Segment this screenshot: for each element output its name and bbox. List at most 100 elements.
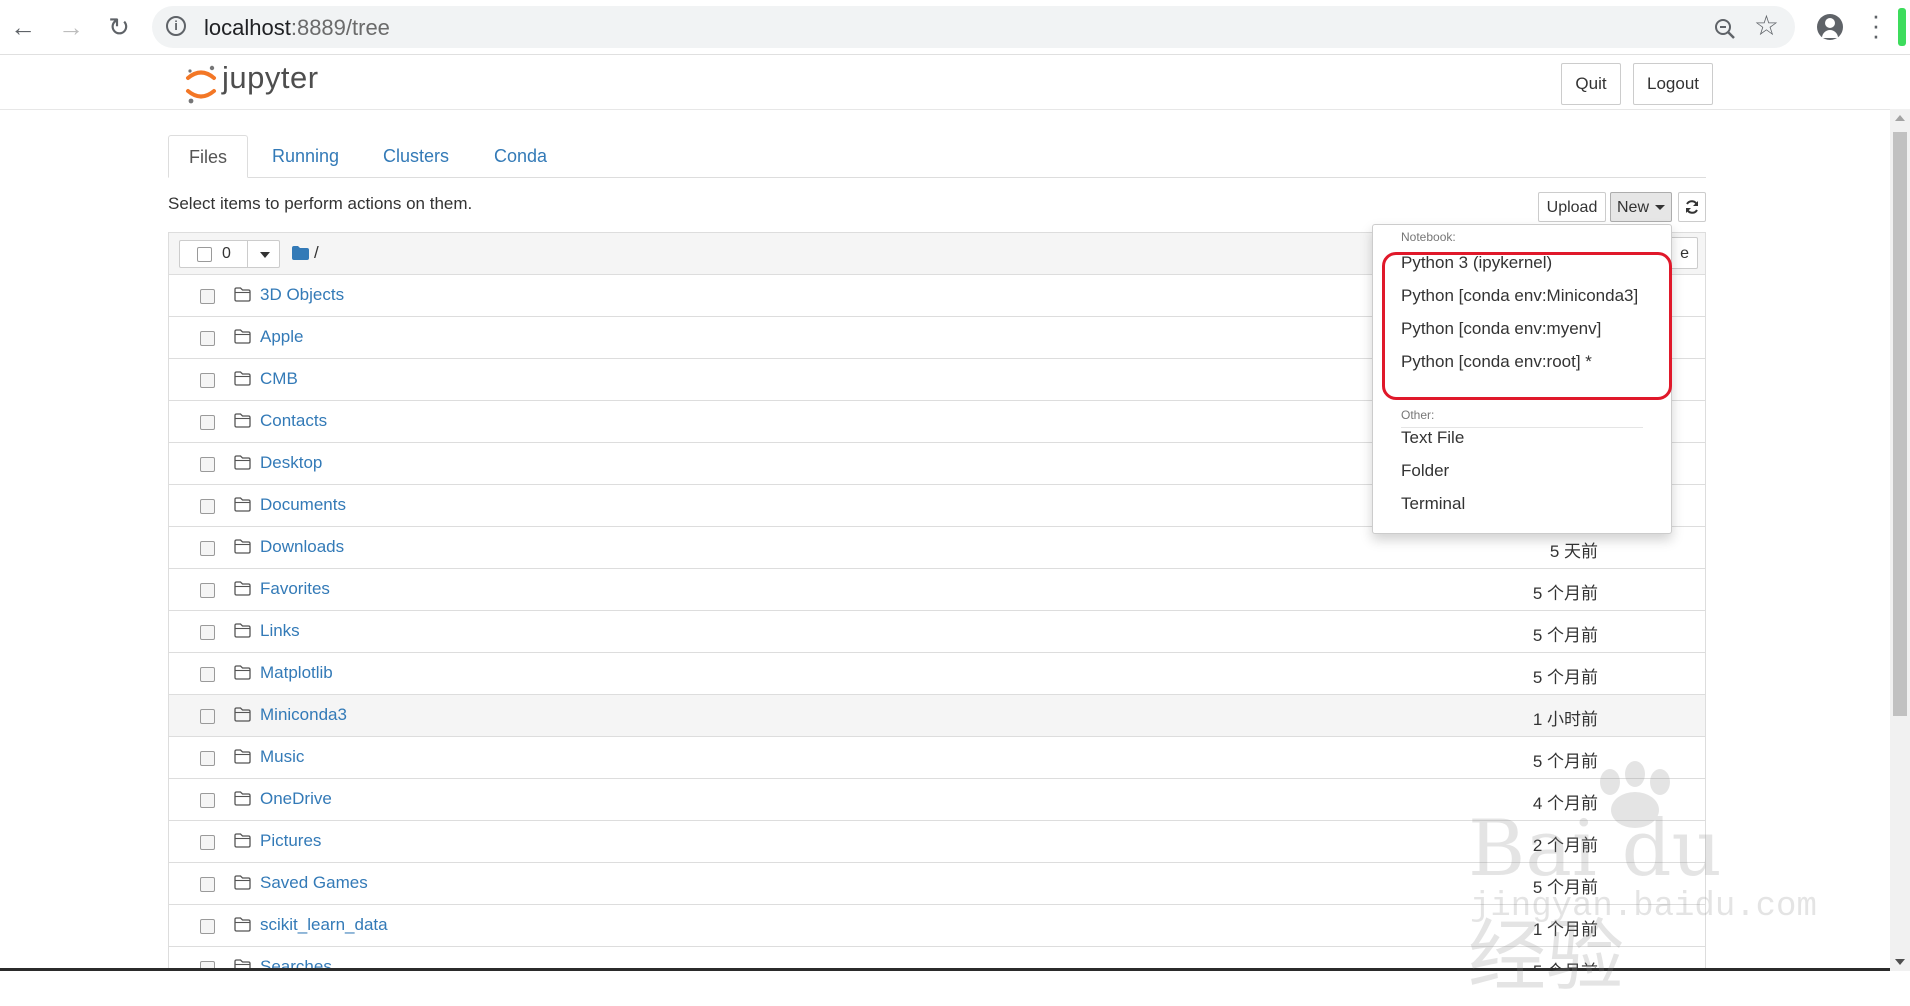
new-button-label: New	[1616, 199, 1649, 216]
file-link[interactable]: Downloads	[260, 537, 344, 557]
watermark-sub-text: jingyan.baidu.com	[1470, 888, 1817, 926]
row-checkbox[interactable]	[200, 583, 215, 598]
url-path: :8889/tree	[290, 15, 390, 40]
folder-outline-icon	[234, 371, 251, 386]
row-checkbox[interactable]	[200, 751, 215, 766]
menu-item-terminal[interactable]: Terminal	[1401, 494, 1465, 514]
address-bar[interactable]: i localhost:8889/tree ☆	[152, 6, 1795, 48]
file-link[interactable]: scikit_learn_data	[260, 915, 388, 935]
file-link[interactable]: Saved Games	[260, 873, 368, 893]
select-all-checkbox[interactable]	[197, 247, 212, 262]
row-checkbox[interactable]	[200, 499, 215, 514]
folder-outline-icon	[234, 329, 251, 344]
file-link[interactable]: Pictures	[260, 831, 321, 851]
folder-outline-icon	[234, 917, 251, 932]
scrollbar-thumb[interactable]	[1893, 132, 1907, 716]
baidu-watermark: Bai du 经验 jingyan.baidu.com	[1450, 760, 1817, 1002]
refresh-button[interactable]	[1678, 192, 1706, 222]
folder-outline-icon	[234, 707, 251, 722]
table-row[interactable]: Matplotlib 5 个月前	[169, 653, 1705, 695]
menu-item-text-file[interactable]: Text File	[1401, 428, 1464, 448]
select-dropdown-icon[interactable]	[260, 252, 270, 258]
forward-icon[interactable]: →	[56, 9, 86, 45]
table-row[interactable]: Favorites 5 个月前	[169, 569, 1705, 611]
scroll-up-icon[interactable]	[1895, 115, 1905, 121]
folder-icon[interactable]	[292, 246, 309, 260]
file-link[interactable]: Matplotlib	[260, 663, 333, 683]
bookmark-star-icon[interactable]: ☆	[1754, 9, 1779, 42]
row-checkbox[interactable]	[200, 373, 215, 388]
refresh-icon	[1686, 200, 1698, 214]
row-checkbox[interactable]	[200, 667, 215, 682]
select-all-group[interactable]: 0	[179, 240, 280, 268]
scroll-down-icon[interactable]	[1895, 959, 1905, 965]
row-checkbox[interactable]	[200, 457, 215, 472]
profile-avatar-icon[interactable]	[1817, 14, 1843, 40]
file-link[interactable]: Desktop	[260, 453, 322, 473]
file-link[interactable]: Apple	[260, 327, 303, 347]
folder-outline-icon	[234, 413, 251, 428]
jupyter-header: jupyter Quit Logout	[0, 55, 1890, 110]
folder-outline-icon	[234, 623, 251, 638]
folder-outline-icon	[234, 875, 251, 890]
modified-time: 5 天前	[1549, 542, 1598, 561]
file-link[interactable]: 3D Objects	[260, 285, 344, 305]
row-checkbox[interactable]	[200, 877, 215, 892]
folder-outline-icon	[234, 539, 251, 554]
breadcrumb[interactable]: /	[314, 243, 319, 263]
logout-button[interactable]: Logout	[1633, 63, 1713, 105]
file-link[interactable]: Contacts	[260, 411, 327, 431]
file-link[interactable]: Favorites	[260, 579, 330, 599]
url-host: localhost	[204, 15, 291, 40]
folder-outline-icon	[234, 287, 251, 302]
table-row[interactable]: Miniconda3 1 小时前	[169, 695, 1705, 737]
divider	[247, 241, 248, 267]
selected-count: 0	[222, 245, 231, 262]
tab-clusters[interactable]: Clusters	[363, 135, 469, 177]
new-button[interactable]: New	[1610, 192, 1672, 222]
file-link[interactable]: CMB	[260, 369, 298, 389]
url-text[interactable]: localhost:8889/tree	[204, 15, 390, 41]
reload-icon[interactable]: ↻	[104, 9, 134, 45]
file-link[interactable]: Music	[260, 747, 304, 767]
row-checkbox[interactable]	[200, 835, 215, 850]
tab-conda[interactable]: Conda	[474, 135, 567, 177]
folder-outline-icon	[234, 455, 251, 470]
row-checkbox[interactable]	[200, 541, 215, 556]
row-checkbox[interactable]	[200, 331, 215, 346]
tab-files[interactable]: Files	[168, 135, 249, 178]
file-link[interactable]: Miniconda3	[260, 705, 347, 725]
folder-outline-icon	[234, 665, 251, 680]
more-menu-icon[interactable]: · · ·	[1871, 2, 1881, 48]
zoom-icon[interactable]	[1713, 11, 1737, 48]
folder-outline-icon	[234, 791, 251, 806]
other-section-header: Other:	[1401, 408, 1435, 422]
jupyter-logo-icon[interactable]	[185, 63, 217, 105]
table-row[interactable]: Links 5 个月前	[169, 611, 1705, 653]
row-checkbox[interactable]	[200, 709, 215, 724]
row-checkbox[interactable]	[200, 625, 215, 640]
row-checkbox[interactable]	[200, 415, 215, 430]
modified-time: 5 个月前	[1532, 668, 1598, 687]
folder-outline-icon	[234, 497, 251, 512]
file-link[interactable]: Links	[260, 621, 300, 641]
quit-button[interactable]: Quit	[1561, 63, 1621, 105]
file-link[interactable]: Documents	[260, 495, 346, 515]
file-link[interactable]: OneDrive	[260, 789, 332, 809]
folder-outline-icon	[234, 581, 251, 596]
row-checkbox[interactable]	[200, 793, 215, 808]
row-checkbox[interactable]	[200, 919, 215, 934]
back-icon[interactable]: ←	[8, 9, 38, 45]
jupyter-logo-text[interactable]: jupyter	[222, 60, 319, 96]
browser-toolbar: ← → ↻ i localhost:8889/tree ☆ · · ·	[0, 0, 1910, 55]
menu-item-folder[interactable]: Folder	[1401, 461, 1449, 481]
modified-time: 5 个月前	[1532, 626, 1598, 645]
main-tabs: Files Running Clusters Conda	[168, 135, 1706, 178]
upload-button[interactable]: Upload	[1538, 192, 1606, 222]
notebook-section-header: Notebook:	[1401, 230, 1456, 244]
row-checkbox[interactable]	[200, 289, 215, 304]
info-icon[interactable]: i	[166, 16, 186, 36]
instructions-text: Select items to perform actions on them.	[168, 194, 473, 213]
tab-running[interactable]: Running	[252, 135, 359, 177]
page-scrollbar[interactable]	[1890, 109, 1910, 971]
